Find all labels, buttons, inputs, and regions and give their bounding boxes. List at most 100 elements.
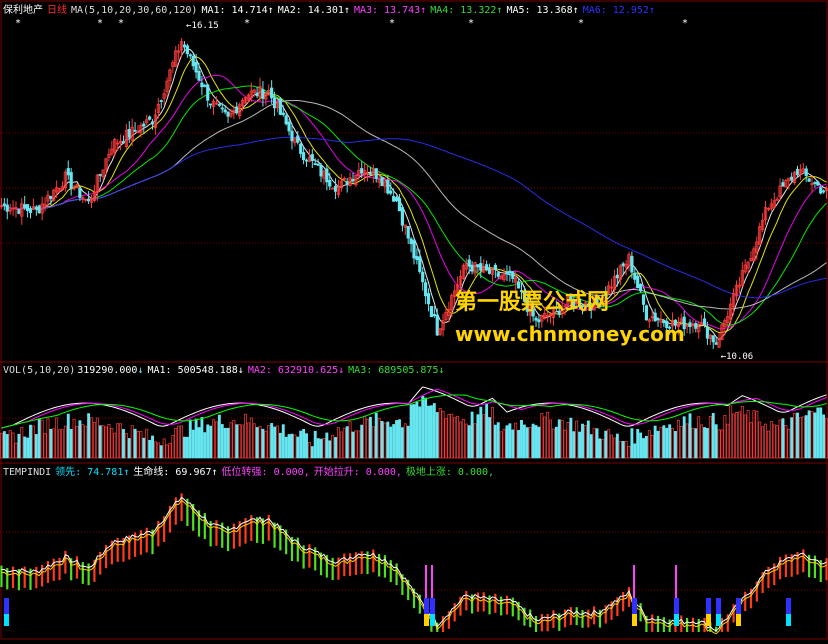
volume-bar	[49, 428, 53, 459]
volume-bar	[220, 424, 224, 459]
candle-body	[200, 82, 204, 88]
volume-bar	[133, 428, 137, 459]
volume-bar	[482, 414, 486, 459]
candle-body	[87, 198, 91, 202]
volume-bar	[749, 422, 753, 459]
volume-bar	[772, 424, 776, 459]
candle-body	[301, 152, 306, 161]
volume-bar	[334, 437, 338, 459]
watermark-url: www.chnmoney.com	[455, 322, 685, 346]
candle-body	[150, 121, 155, 125]
volume-bar	[456, 415, 460, 459]
volume-bar	[438, 408, 442, 459]
volume-bar	[357, 430, 361, 459]
candle-body	[374, 168, 378, 179]
volume-bar	[145, 428, 149, 459]
volume-bar	[130, 425, 134, 459]
candle-body	[435, 314, 439, 336]
volume-bar	[618, 441, 622, 459]
volume-bar	[316, 438, 320, 459]
candle-body	[485, 264, 489, 271]
volume-bar	[392, 424, 396, 459]
volume-bar	[819, 407, 823, 459]
candle-body	[804, 168, 808, 176]
volume-bar	[441, 410, 445, 459]
volume-bar	[191, 429, 195, 459]
candle-body	[235, 106, 239, 114]
volume-bar	[476, 414, 480, 459]
stock-name: 保利地产	[3, 5, 43, 16]
volume-bar	[729, 405, 733, 459]
candle-body	[534, 317, 538, 321]
ma-params: MA(5,10,20,30,60,120)	[71, 5, 198, 16]
signal-blue-7	[716, 598, 721, 614]
candle-body	[25, 204, 30, 211]
candle-body	[508, 270, 512, 274]
volume-bar	[212, 419, 215, 459]
volume-bar	[778, 419, 782, 459]
volume-bar	[278, 432, 282, 459]
candle-body	[816, 181, 820, 186]
candle-body	[98, 174, 102, 176]
volume-bar	[674, 431, 677, 459]
volume-bar	[578, 431, 582, 459]
volume-bar	[43, 433, 47, 459]
volume-bar	[200, 417, 204, 459]
volume-bar	[502, 428, 506, 459]
low-price-label: ←10.06	[721, 352, 754, 362]
volume-bar	[769, 421, 773, 459]
volume-bar	[630, 428, 634, 459]
candle-body	[392, 196, 396, 202]
volume-bar	[290, 433, 294, 459]
volume-bar	[293, 434, 297, 459]
volume-bar	[493, 424, 497, 459]
volume-bar	[368, 416, 372, 459]
volume-bar	[514, 422, 518, 459]
volume-legend: VOL(5,10,20) 319290.000↓ MA1: 500548.188↓ M…	[3, 364, 452, 377]
volume-bar	[810, 411, 814, 459]
volume-bar	[525, 427, 529, 459]
candle-body	[78, 187, 82, 198]
candle-body	[226, 111, 230, 117]
signal-low-5	[674, 614, 679, 626]
volume-bar	[348, 421, 352, 459]
star-marker-3: *	[118, 18, 124, 29]
price-legend: 保利地产 日线 MA(5,10,20,30,60,120) MA1: 14.714↑ M…	[3, 4, 663, 17]
signal-low-8	[736, 614, 741, 626]
volume-bar	[328, 440, 332, 459]
signal-blue-2	[424, 598, 429, 614]
volume-bar	[490, 406, 494, 459]
volume-bar	[197, 427, 201, 459]
volume-bar	[549, 419, 552, 459]
candle-body	[5, 204, 9, 212]
volume-bar	[537, 426, 541, 459]
volume-bar	[450, 413, 454, 459]
volume-bar	[790, 417, 794, 459]
candle-body	[822, 190, 826, 193]
volume-bar	[415, 401, 419, 459]
candle-body	[639, 283, 643, 292]
volume-bar	[735, 412, 738, 459]
volume-bar	[467, 425, 471, 459]
chart-canvas[interactable]: ←16.15 ←10.06 * * * * * * * *	[0, 0, 828, 640]
volume-bar	[627, 445, 631, 459]
volume-bar	[743, 414, 747, 459]
volume-bar	[276, 425, 279, 459]
candle-body	[223, 109, 227, 113]
volume-bar	[714, 424, 718, 459]
volume-bar	[252, 423, 256, 459]
candle-body	[23, 204, 27, 209]
volume-bar	[613, 437, 616, 459]
candle-body	[467, 259, 471, 267]
ma-value-4: MA4: 13.322↑	[430, 5, 503, 16]
stock-chart[interactable]: ←16.15 ←10.06 * * * * * * * * 保利地产 日线 MA(5,10,20,30…	[0, 0, 828, 640]
volume-bar	[226, 427, 230, 459]
candle-body	[807, 178, 811, 182]
candle-body	[418, 256, 422, 273]
candle-body	[406, 226, 410, 239]
volume-bar	[453, 417, 457, 459]
high-price-label: ←16.15	[186, 21, 219, 31]
volume-bar	[8, 430, 12, 459]
candle-body	[206, 84, 210, 101]
volume-bar	[816, 407, 820, 459]
